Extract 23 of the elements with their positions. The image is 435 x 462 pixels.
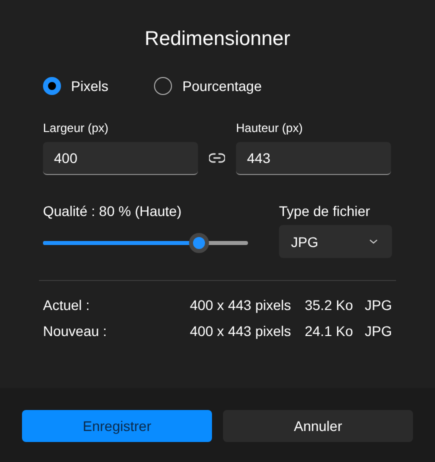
cancel-button[interactable]: Annuler bbox=[223, 410, 413, 442]
field-label: Largeur (px) bbox=[43, 121, 110, 135]
info-size: 35.2 Ko bbox=[304, 297, 353, 313]
link-icon[interactable] bbox=[209, 153, 225, 163]
radio-option[interactable]: Pixels bbox=[43, 77, 108, 95]
info-format: JPG bbox=[364, 323, 392, 339]
input-field[interactable]: 400 bbox=[43, 142, 198, 175]
quality-label: Qualité : 80 % (Haute) bbox=[43, 203, 183, 219]
info-dimensions: 400 x 443 pixels bbox=[190, 297, 291, 313]
info-label: Nouveau : bbox=[43, 323, 108, 339]
quality-slider[interactable] bbox=[43, 233, 248, 253]
radio-option[interactable]: Pourcentage bbox=[154, 77, 262, 95]
chevron-icon bbox=[369, 239, 378, 244]
info-label: Actuel : bbox=[43, 297, 91, 313]
info-format: JPG bbox=[364, 297, 392, 313]
info-dimensions: 400 x 443 pixels bbox=[190, 323, 291, 339]
save-button[interactable]: Enregistrer bbox=[22, 410, 212, 442]
info-size: 24.1 Ko bbox=[304, 323, 353, 339]
file-type-dropdown[interactable]: JPG bbox=[279, 225, 392, 258]
input-field[interactable]: 443 bbox=[236, 142, 391, 175]
field-label: Hauteur (px) bbox=[236, 121, 304, 135]
field-label: Type de fichier bbox=[279, 203, 372, 219]
dialog-title: Redimensionner bbox=[144, 28, 292, 51]
